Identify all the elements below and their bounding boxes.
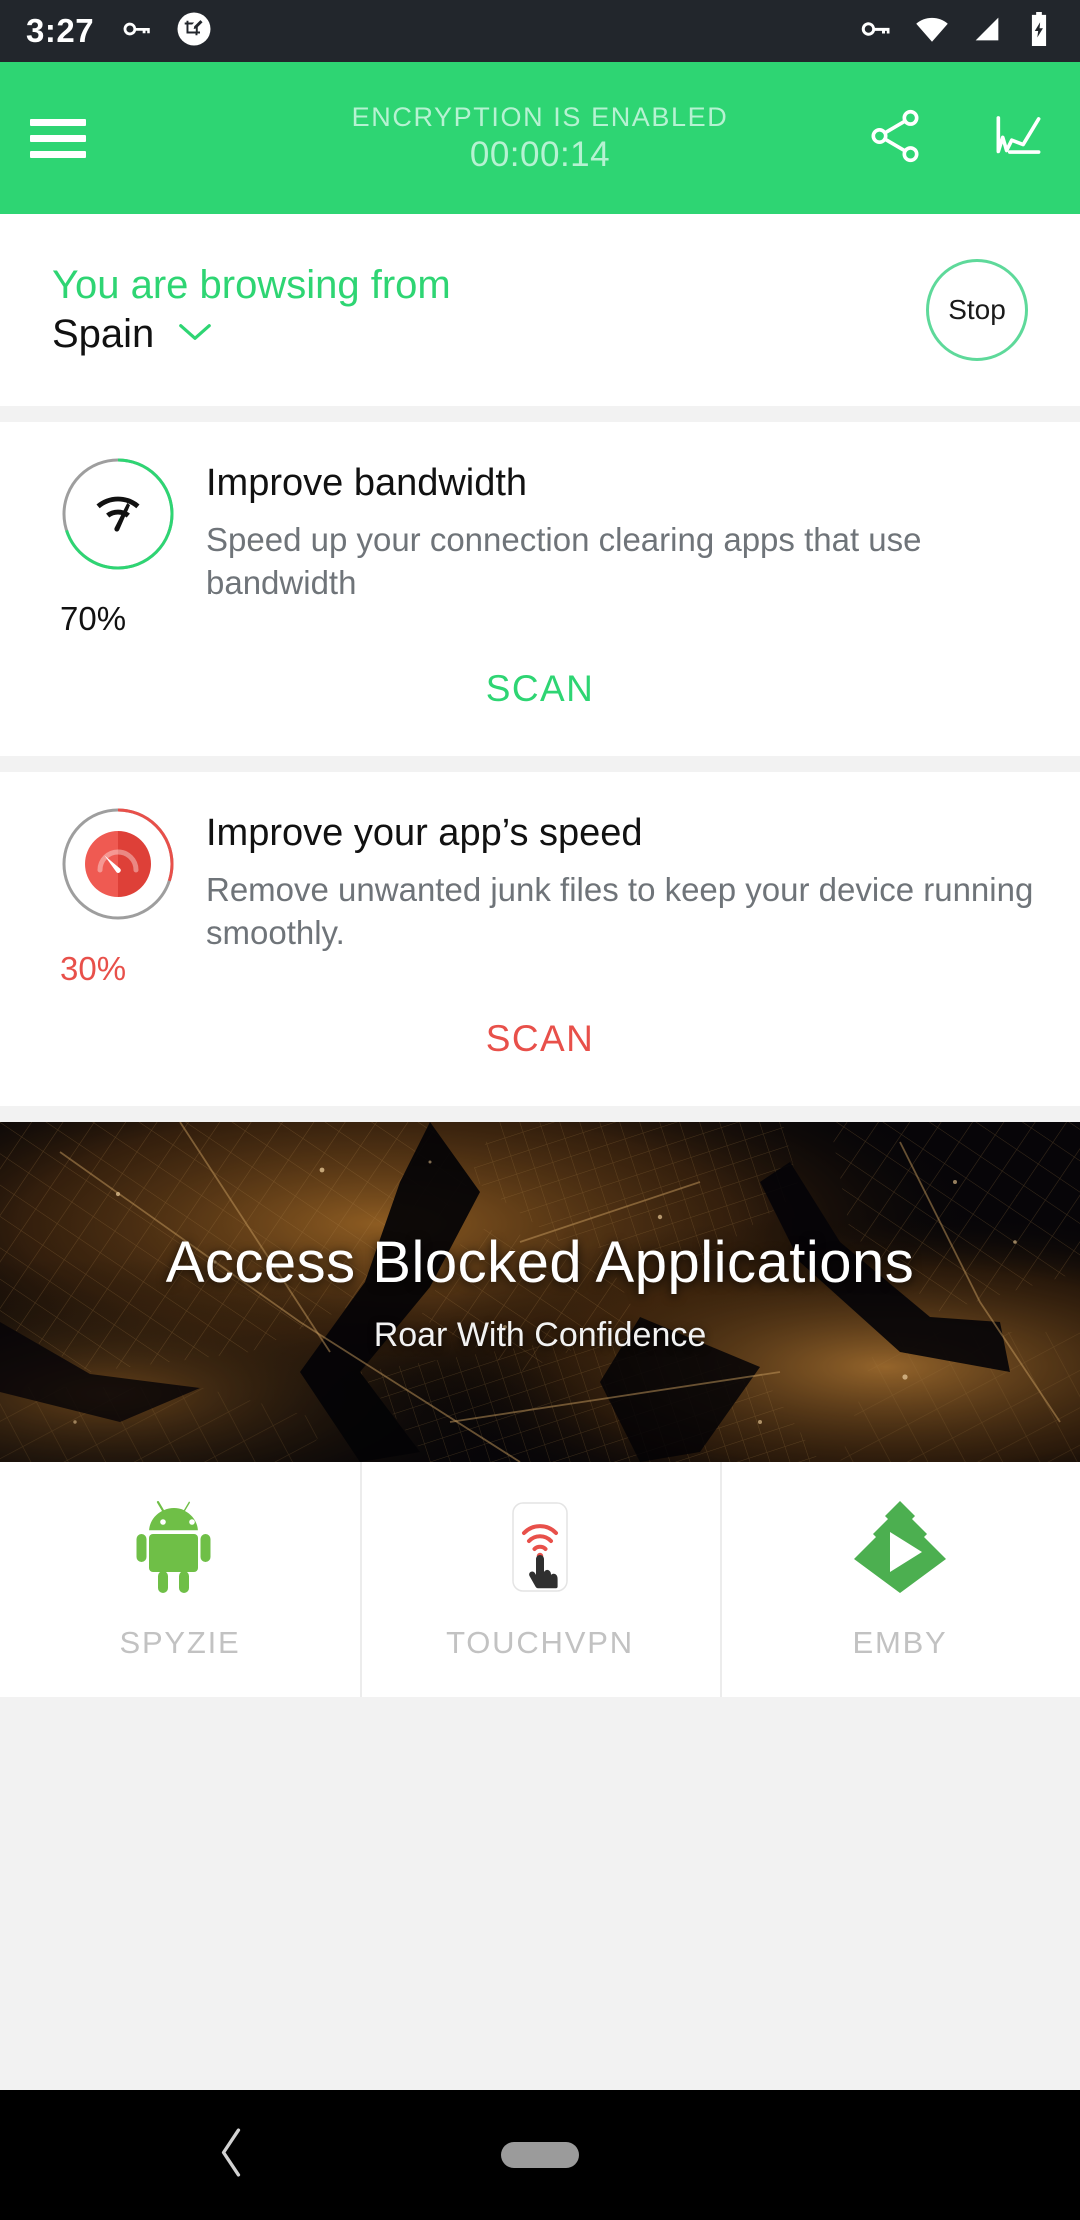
touch-wifi-icon bbox=[500, 1499, 580, 1595]
improve-app-speed-card: 30% Improve your app’s speed Remove unwa… bbox=[0, 772, 1080, 1106]
bandwidth-progress-ring bbox=[60, 456, 176, 572]
selected-country-label: Spain bbox=[52, 311, 155, 356]
app-bar: ENCRYPTION IS ENABLED 00:00:14 bbox=[0, 62, 1080, 214]
stop-vpn-button[interactable]: Stop bbox=[926, 259, 1028, 361]
status-bar-system-icons bbox=[858, 11, 1054, 52]
system-navigation-bar bbox=[0, 2090, 1080, 2220]
vpn-key-icon bbox=[858, 11, 894, 52]
app-shortcuts-row: SPYZIE TOUCHVPN EMBY bbox=[0, 1462, 1080, 1697]
screenshot-edit-icon bbox=[176, 11, 212, 52]
status-bar: 3:27 bbox=[0, 0, 1080, 62]
bandwidth-percent-label: 70% bbox=[60, 600, 127, 637]
banner-subtitle: Roar With Confidence bbox=[373, 1316, 707, 1354]
chevron-down-icon[interactable] bbox=[176, 320, 214, 349]
promo-banner[interactable]: Access Blocked Applications Roar With Co… bbox=[0, 1122, 1080, 1462]
bandwidth-speed-icon bbox=[60, 456, 176, 572]
battery-charging-icon bbox=[1024, 11, 1054, 51]
vpn-key-icon bbox=[120, 12, 154, 51]
app-shortcut-touchvpn[interactable]: TOUCHVPN bbox=[360, 1462, 720, 1697]
app-shortcut-label: SPYZIE bbox=[119, 1624, 241, 1660]
cellular-signal-icon bbox=[970, 12, 1004, 51]
app-shortcut-label: TOUCHVPN bbox=[446, 1624, 634, 1660]
bandwidth-card-title: Improve bandwidth bbox=[206, 462, 528, 504]
android-robot-icon bbox=[136, 1499, 224, 1595]
app-speed-card-description: Remove unwanted junk files to keep your … bbox=[206, 870, 1034, 952]
app-speed-card-title: Improve your app’s speed bbox=[206, 812, 643, 854]
app-screen: 3:27 ENCRYPTION IS ENABLED 00:00:14 You … bbox=[0, 0, 1080, 2220]
session-timer: 00:00:14 bbox=[469, 134, 611, 174]
home-pill-icon[interactable] bbox=[501, 2142, 579, 2168]
section-divider bbox=[0, 1106, 1080, 1122]
bandwidth-scan-button[interactable]: SCAN bbox=[486, 668, 594, 710]
banner-title: Access Blocked Applications bbox=[165, 1230, 915, 1295]
app-shortcut-spyzie[interactable]: SPYZIE bbox=[0, 1462, 360, 1697]
app-speed-progress-ring bbox=[60, 806, 176, 922]
browsing-from-label: You are browsing from bbox=[52, 263, 451, 308]
country-selector[interactable]: Spain bbox=[52, 312, 451, 357]
app-speed-percent-label: 30% bbox=[60, 950, 127, 987]
improve-bandwidth-card: 70% Improve bandwidth Speed up your conn… bbox=[0, 422, 1080, 756]
app-shortcut-emby[interactable]: EMBY bbox=[720, 1462, 1080, 1697]
browsing-location-section: You are browsing from Spain Stop bbox=[0, 214, 1080, 406]
section-divider bbox=[0, 756, 1080, 772]
wifi-icon bbox=[914, 11, 950, 52]
app-speed-scan-button[interactable]: SCAN bbox=[486, 1018, 594, 1060]
status-bar-clock: 3:27 bbox=[26, 12, 95, 49]
hamburger-menu-icon[interactable] bbox=[30, 118, 86, 158]
section-divider bbox=[0, 406, 1080, 422]
line-chart-icon[interactable] bbox=[988, 105, 1050, 172]
stop-button-label: Stop bbox=[948, 294, 1006, 325]
app-shortcut-label: EMBY bbox=[852, 1624, 948, 1660]
back-chevron-icon[interactable] bbox=[214, 2125, 248, 2186]
share-icon[interactable] bbox=[864, 105, 926, 172]
status-bar-notification-icons bbox=[120, 11, 212, 52]
speedometer-icon bbox=[60, 806, 176, 922]
emby-diamond-icon bbox=[852, 1499, 948, 1595]
bandwidth-card-description: Speed up your connection clearing apps t… bbox=[206, 520, 922, 602]
encryption-status-label: ENCRYPTION IS ENABLED bbox=[351, 101, 729, 132]
